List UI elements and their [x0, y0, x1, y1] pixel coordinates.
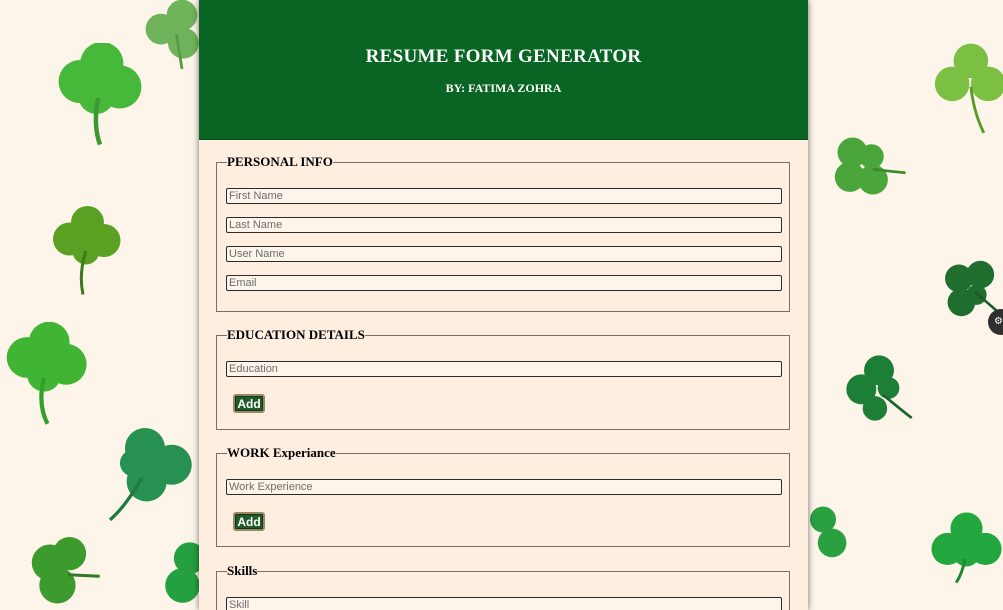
user-name-input[interactable]: [226, 246, 782, 262]
work-experience-input[interactable]: [226, 479, 782, 495]
skill-input[interactable]: [226, 597, 782, 610]
work-experience-legend: WORK Experiance: [227, 445, 336, 460]
skills-legend: Skills: [227, 563, 258, 578]
add-work-experience-button[interactable]: Add: [233, 512, 265, 531]
clover-decoration-icon: [108, 428, 192, 522]
page-byline: BY: FATIMA ZOHRA: [445, 81, 562, 95]
education-details-legend: EDUCATION DETAILS: [227, 327, 365, 342]
clover-decoration-icon: [58, 43, 142, 146]
add-education-button[interactable]: Add: [233, 394, 265, 413]
gear-icon: ⚙: [994, 316, 1003, 327]
clover-decoration-icon: [934, 43, 1003, 134]
page-header: RESUME FORM GENERATOR BY: FATIMA ZOHRA: [199, 0, 808, 140]
email-input[interactable]: [226, 275, 782, 291]
clover-decoration-icon: [53, 206, 121, 295]
work-experience-section: WORK Experiance Add: [216, 445, 790, 547]
clover-decoration-icon: [834, 137, 906, 195]
side-widget-button[interactable]: ⚙: [988, 309, 1003, 335]
page-title: RESUME FORM GENERATOR: [365, 46, 642, 67]
last-name-input[interactable]: [226, 217, 782, 233]
education-input[interactable]: [226, 361, 782, 377]
clover-decoration-icon: [810, 506, 847, 558]
first-name-input[interactable]: [226, 188, 782, 204]
personal-info-section: PERSONAL INFO: [216, 154, 790, 312]
resume-form-container: RESUME FORM GENERATOR BY: FATIMA ZOHRA P…: [199, 0, 808, 610]
clover-decoration-icon: [931, 512, 1002, 584]
skills-section: Skills: [216, 563, 790, 610]
clover-decoration-icon: [31, 537, 100, 604]
clover-decoration-icon: [846, 355, 913, 421]
education-details-section: EDUCATION DETAILS Add: [216, 327, 790, 430]
personal-info-legend: PERSONAL INFO: [227, 154, 333, 169]
clover-decoration-icon: [6, 322, 87, 425]
